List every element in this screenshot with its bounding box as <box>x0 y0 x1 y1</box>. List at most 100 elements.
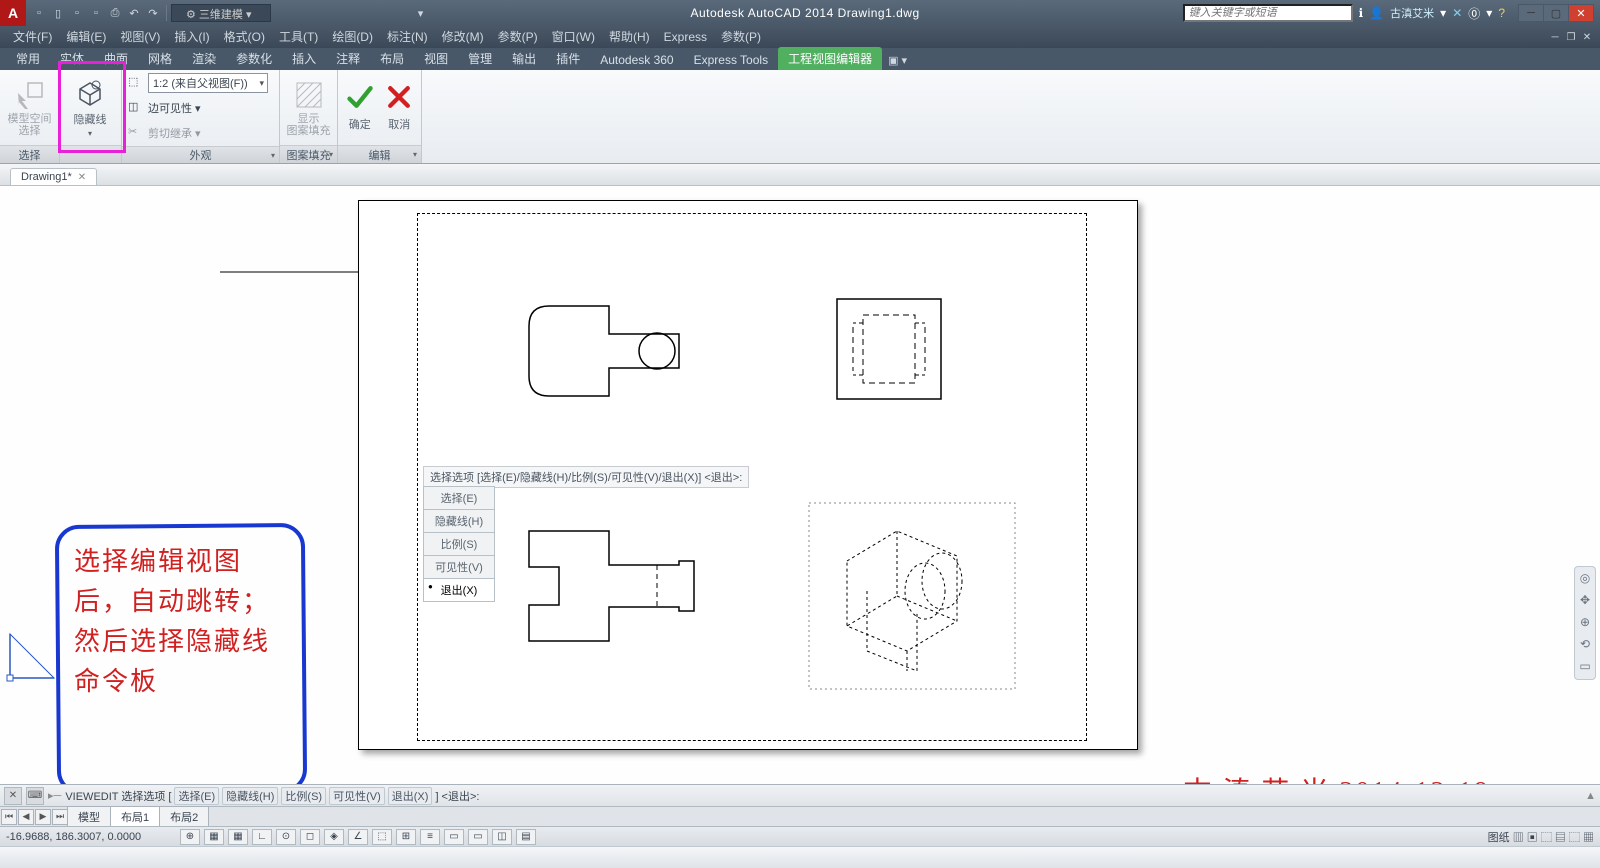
doc-close-icon[interactable]: ✕ <box>1580 30 1594 44</box>
workspace-selector[interactable]: ⚙ 三维建模 ▾ <box>171 4 271 22</box>
sb-sc-icon[interactable]: ◫ <box>492 829 512 845</box>
sb-am-icon[interactable]: ▤ <box>516 829 536 845</box>
ribtab-render[interactable]: 渲染 <box>182 47 226 70</box>
stayconnected-icon[interactable]: ⓪ <box>1468 5 1480 22</box>
layout-first-icon[interactable]: ⏮ <box>1 809 17 825</box>
orbit-icon[interactable]: ⟲ <box>1577 637 1593 653</box>
ok-button[interactable]: 确定 <box>344 73 376 143</box>
ribtab-plugins[interactable]: 插件 <box>546 47 590 70</box>
help-icon[interactable]: ? <box>1498 6 1505 20</box>
app-menu-button[interactable]: A <box>0 0 26 26</box>
menu-dimension[interactable]: 标注(N) <box>380 26 435 48</box>
sb-otrack-icon[interactable]: ∠ <box>348 829 368 845</box>
opt-select[interactable]: 选择(E) <box>423 486 495 510</box>
ribtab-surface[interactable]: 曲面 <box>94 47 138 70</box>
sb-lwt-icon[interactable]: ≡ <box>420 829 440 845</box>
sb-ducs-icon[interactable]: ⬚ <box>372 829 392 845</box>
opt-hidden[interactable]: 隐藏线(H) <box>423 510 495 533</box>
cmd-expand-icon[interactable]: ▲ <box>1585 790 1596 802</box>
sb-snap-icon[interactable]: ▦ <box>204 829 224 845</box>
hiddenline-button[interactable]: 隐藏线 ▾ <box>66 73 114 143</box>
sb-qp-icon[interactable]: ▭ <box>468 829 488 845</box>
ribtab-parametric[interactable]: 参数化 <box>226 47 282 70</box>
menu-format[interactable]: 格式(O) <box>217 26 272 48</box>
user-dropdown-icon[interactable]: ▾ <box>1440 6 1446 20</box>
qat-print-icon[interactable]: ⎙ <box>106 4 124 22</box>
qat-redo-icon[interactable]: ↷ <box>144 4 162 22</box>
layout-next-icon[interactable]: ▶ <box>35 809 51 825</box>
infocenter-icon[interactable]: ℹ <box>1359 6 1364 20</box>
search-input[interactable] <box>1183 4 1353 22</box>
ribtab-manage[interactable]: 管理 <box>458 47 502 70</box>
sb-tpy-icon[interactable]: ▭ <box>444 829 464 845</box>
menu-modify[interactable]: 修改(M) <box>435 26 491 48</box>
qat-saveas-icon[interactable]: ▫ <box>87 4 105 22</box>
doc-restore-icon[interactable]: ❐ <box>1564 30 1578 44</box>
layout-model[interactable]: 模型 <box>67 806 111 828</box>
sb-osnap-icon[interactable]: ◻ <box>300 829 320 845</box>
qat-new-icon[interactable]: ▫ <box>30 4 48 22</box>
ribbon-minimize-icon[interactable]: ▣ ▾ <box>882 51 913 70</box>
qat-undo-icon[interactable]: ↶ <box>125 4 143 22</box>
sb-dyn-icon[interactable]: ⊞ <box>396 829 416 845</box>
pan-icon[interactable]: ✥ <box>1577 593 1593 609</box>
user-name[interactable]: 古滇艾米 <box>1390 5 1434 21</box>
menu-window[interactable]: 窗口(W) <box>545 26 602 48</box>
doctab-drawing1[interactable]: Drawing1*✕ <box>10 168 97 185</box>
doc-minimize-icon[interactable]: ─ <box>1548 30 1562 44</box>
signin-icon[interactable]: 👤 <box>1369 6 1384 20</box>
menu-insert[interactable]: 插入(I) <box>167 26 216 48</box>
menu-file[interactable]: 文件(F) <box>6 26 59 48</box>
menu-edit[interactable]: 编辑(E) <box>59 26 113 48</box>
qat-dropdown-icon[interactable]: ▾ <box>412 4 430 22</box>
zoom-icon[interactable]: ⊕ <box>1577 615 1593 631</box>
scale-combo[interactable]: 1:2 (来自父视图(F)) <box>148 73 268 93</box>
sb-3dosnap-icon[interactable]: ◈ <box>324 829 344 845</box>
ribtab-home[interactable]: 常用 <box>6 47 50 70</box>
nav-bar[interactable]: ◎ ✥ ⊕ ⟲ ▭ <box>1574 566 1596 680</box>
menu-express[interactable]: Express <box>657 26 714 48</box>
menu-help[interactable]: 帮助(H) <box>602 26 657 48</box>
showmotion-icon[interactable]: ▭ <box>1577 659 1593 675</box>
qat-open-icon[interactable]: ▯ <box>49 4 67 22</box>
ribtab-layout[interactable]: 布局 <box>370 47 414 70</box>
menu-parametric2[interactable]: 参数(P) <box>714 26 768 48</box>
ribtab-mesh[interactable]: 网格 <box>138 47 182 70</box>
option-menu[interactable]: 选择(E) 隐藏线(H) 比例(S) 可见性(V) 退出(X) <box>423 486 495 602</box>
layout-1[interactable]: 布局1 <box>110 806 160 828</box>
ribtab-a360[interactable]: Autodesk 360 <box>590 50 683 70</box>
opt-visibility[interactable]: 可见性(V) <box>423 556 495 579</box>
layout-prev-icon[interactable]: ◀ <box>18 809 34 825</box>
exchange-icon[interactable]: ✕ <box>1452 6 1462 20</box>
sb-grid-icon[interactable]: ▦ <box>228 829 248 845</box>
edge-visibility-button[interactable]: ◫边可见性 ▾ <box>128 97 201 119</box>
qat-save-icon[interactable]: ▫ <box>68 4 86 22</box>
cmd-close-icon[interactable]: ✕ <box>4 787 22 805</box>
cancel-button[interactable]: 取消 <box>384 73 416 143</box>
layout-last-icon[interactable]: ⏭ <box>52 809 68 825</box>
close-button[interactable]: ✕ <box>1568 4 1594 22</box>
menu-draw[interactable]: 绘图(D) <box>325 26 380 48</box>
ribtab-view[interactable]: 视图 <box>414 47 458 70</box>
sb-polar-icon[interactable]: ⊙ <box>276 829 296 845</box>
opt-exit[interactable]: 退出(X) <box>423 579 495 602</box>
layout-2[interactable]: 布局2 <box>159 806 209 828</box>
cmd-recent-icon[interactable]: ⌨ <box>26 787 44 805</box>
menu-parametric[interactable]: 参数(P) <box>491 26 545 48</box>
drawing-canvas[interactable]: 选择选项 [选择(E)/隐藏线(H)/比例(S)/可见性(V)/退出(X)] <… <box>0 186 1600 784</box>
ribtab-annotate[interactable]: 注释 <box>326 47 370 70</box>
command-line[interactable]: ✕ ⌨ ▸─ VIEWEDIT 选择选项 [ 选择(E) 隐藏线(H) 比例(S… <box>0 784 1600 806</box>
ribtab-express[interactable]: Express Tools <box>684 50 778 70</box>
menu-view[interactable]: 视图(V) <box>113 26 167 48</box>
ribtab-insert[interactable]: 插入 <box>282 47 326 70</box>
opt-scale[interactable]: 比例(S) <box>423 533 495 556</box>
sb-ortho-icon[interactable]: ∟ <box>252 829 272 845</box>
ribtab-output[interactable]: 输出 <box>502 47 546 70</box>
minimize-button[interactable]: ─ <box>1518 4 1544 22</box>
doctab-close-icon[interactable]: ✕ <box>78 172 86 183</box>
navwheel-icon[interactable]: ◎ <box>1577 571 1593 587</box>
menu-tools[interactable]: 工具(T) <box>272 26 325 48</box>
sb-infer-icon[interactable]: ⊕ <box>180 829 200 845</box>
ribtab-solid[interactable]: 实体 <box>50 47 94 70</box>
ribtab-vieweditor[interactable]: 工程视图编辑器 <box>778 47 882 70</box>
